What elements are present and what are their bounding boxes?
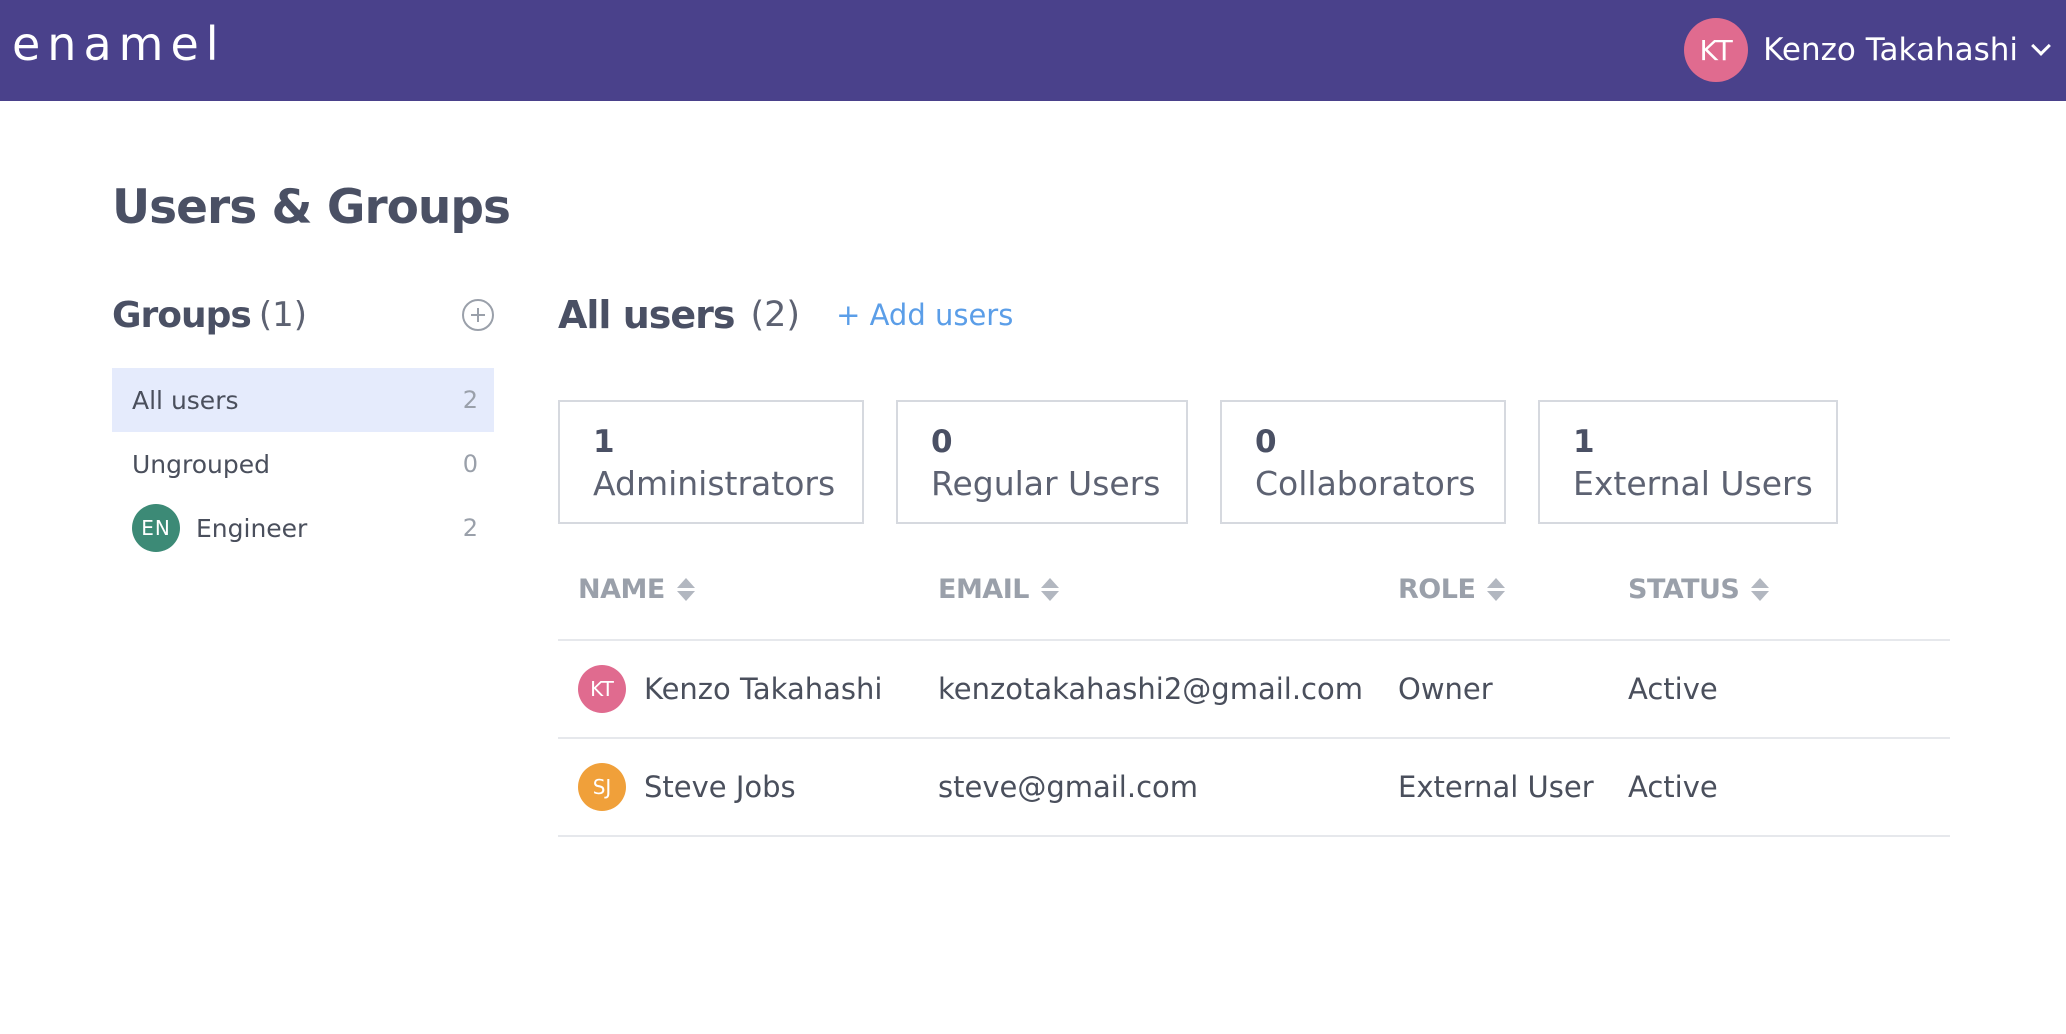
cell-name: KT Kenzo Takahashi xyxy=(558,665,938,713)
stat-value: 0 xyxy=(931,424,953,460)
stat-card-external-users[interactable]: 1 External Users xyxy=(1538,400,1838,524)
stat-value: 1 xyxy=(1573,424,1595,460)
stat-card-collaborators[interactable]: 0 Collaborators xyxy=(1220,400,1506,524)
column-header-email[interactable]: EMAIL xyxy=(938,574,1398,605)
stat-label: Collaborators xyxy=(1255,464,1476,503)
table-row[interactable]: SJ Steve Jobs steve@gmail.com External U… xyxy=(558,739,1950,837)
stat-value: 0 xyxy=(1255,424,1277,460)
cell-email: steve@gmail.com xyxy=(938,770,1199,804)
stat-card-regular-users[interactable]: 0 Regular Users xyxy=(896,400,1188,524)
column-header-label: ROLE xyxy=(1398,574,1476,605)
stat-label: External Users xyxy=(1573,464,1813,503)
users-table: NAME EMAIL ROLE STATUS KT Kenzo Takahash… xyxy=(558,540,1950,837)
group-item-all-users[interactable]: All users 2 xyxy=(112,368,494,432)
column-header-label: EMAIL xyxy=(938,574,1029,605)
group-avatar: EN xyxy=(132,504,180,552)
stat-value: 1 xyxy=(593,424,615,460)
user-menu[interactable]: KT Kenzo Takahashi xyxy=(1684,17,2051,83)
top-bar: enamel KT Kenzo Takahashi xyxy=(0,0,2066,101)
groups-header: Groups (1) xyxy=(112,290,494,340)
user-row-name: Steve Jobs xyxy=(644,770,796,804)
users-title: All users xyxy=(558,293,735,337)
column-header-name[interactable]: NAME xyxy=(558,574,938,605)
users-count: (2) xyxy=(750,295,801,335)
group-item-engineer[interactable]: EN Engineer 2 xyxy=(112,496,494,560)
stat-card-administrators[interactable]: 1 Administrators xyxy=(558,400,864,524)
sort-icon xyxy=(1040,578,1059,601)
user-name: Kenzo Takahashi xyxy=(1763,32,2018,68)
add-group-icon[interactable] xyxy=(462,299,494,331)
group-count: 2 xyxy=(462,386,478,414)
cell-name: SJ Steve Jobs xyxy=(558,763,938,811)
users-header: All users (2) + Add users xyxy=(558,290,1013,340)
column-header-label: STATUS xyxy=(1628,574,1740,605)
group-list: All users 2 Ungrouped 0 EN Engineer 2 xyxy=(112,368,494,560)
sort-icon xyxy=(676,578,695,601)
cell-role: External User xyxy=(1398,770,1594,804)
sort-icon xyxy=(1751,578,1770,601)
column-header-label: NAME xyxy=(578,574,665,605)
table-row[interactable]: KT Kenzo Takahashi kenzotakahashi2@gmail… xyxy=(558,641,1950,739)
column-header-status[interactable]: STATUS xyxy=(1628,574,1928,605)
page-title: Users & Groups xyxy=(112,180,511,235)
sort-icon xyxy=(1487,578,1506,601)
app-logo[interactable]: enamel xyxy=(12,14,226,74)
user-row-avatar: SJ xyxy=(578,763,626,811)
cell-status: Active xyxy=(1628,770,1718,804)
group-count: 2 xyxy=(462,514,478,542)
group-label: Engineer xyxy=(196,513,308,543)
stat-label: Regular Users xyxy=(931,464,1161,503)
cell-email: kenzotakahashi2@gmail.com xyxy=(938,672,1363,706)
stat-label: Administrators xyxy=(593,464,836,503)
cell-status: Active xyxy=(1628,672,1718,706)
column-header-role[interactable]: ROLE xyxy=(1398,574,1628,605)
group-count: 0 xyxy=(462,450,478,478)
add-users-link[interactable]: + Add users xyxy=(836,298,1013,332)
group-label: Ungrouped xyxy=(132,449,271,479)
table-header: NAME EMAIL ROLE STATUS xyxy=(558,540,1950,641)
user-avatar: KT xyxy=(1684,18,1749,82)
chevron-down-icon xyxy=(2031,36,2051,56)
groups-count: (1) xyxy=(258,295,308,335)
cell-role: Owner xyxy=(1398,672,1493,706)
group-item-ungrouped[interactable]: Ungrouped 0 xyxy=(112,432,494,496)
user-row-name: Kenzo Takahashi xyxy=(644,672,883,706)
group-label: All users xyxy=(132,385,239,415)
groups-title: Groups xyxy=(112,294,252,336)
user-row-avatar: KT xyxy=(578,665,626,713)
